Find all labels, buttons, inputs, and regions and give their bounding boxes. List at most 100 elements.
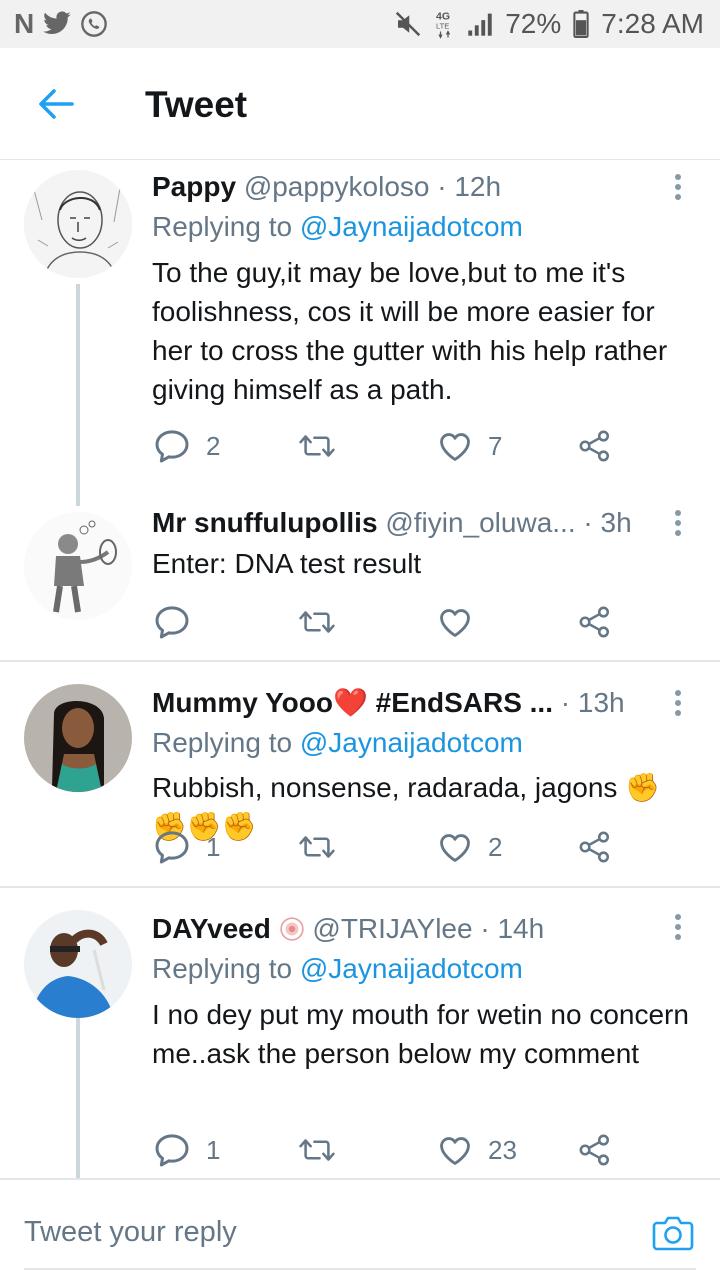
avatar[interactable] bbox=[24, 512, 132, 620]
tweet-mr-snuffulupollis[interactable]: Mr snuffulupollis @fiyin_oluwa... · 3h E… bbox=[0, 492, 720, 660]
cartoon-figure-image bbox=[24, 512, 132, 620]
display-name[interactable]: Pappy bbox=[152, 171, 236, 202]
replying-to: Replying to @Jaynaijadotcom bbox=[152, 211, 523, 242]
reply-button[interactable]: 2 bbox=[152, 426, 220, 466]
tweet-pappy[interactable]: Pappy @pappykoloso · 12h Replying to @Ja… bbox=[0, 160, 720, 506]
tweet-text: I no dey put my mouth for wetin no conce… bbox=[152, 999, 689, 1069]
reply-button[interactable] bbox=[152, 602, 206, 642]
avatar[interactable] bbox=[24, 910, 132, 1018]
share-icon bbox=[578, 605, 612, 639]
display-name[interactable]: DAYveed bbox=[152, 913, 271, 944]
timestamp: 12h bbox=[454, 171, 502, 202]
reply-input[interactable]: Tweet your reply bbox=[24, 1214, 237, 1250]
battery-percentage: 72% bbox=[505, 8, 562, 39]
mention-link[interactable]: @Jaynaijadotcom bbox=[300, 953, 523, 984]
reply-button[interactable]: 1 bbox=[152, 827, 220, 867]
n-app-icon: N bbox=[14, 8, 35, 39]
battery-icon bbox=[573, 10, 589, 38]
share-button[interactable] bbox=[578, 827, 612, 867]
retweet-button[interactable] bbox=[298, 602, 350, 642]
woman-photo-image bbox=[24, 684, 132, 792]
more-options-icon[interactable] bbox=[674, 510, 682, 538]
man-photo-image bbox=[24, 910, 132, 1018]
tweet-actions: 1 2 bbox=[152, 827, 622, 867]
tweet-mummy-yooo[interactable]: Mummy Yooo❤️ #EndSARS ... · 13h Replying… bbox=[0, 662, 720, 886]
user-handle[interactable]: @pappykoloso bbox=[244, 171, 430, 202]
like-count: 23 bbox=[488, 1134, 517, 1165]
network-4g-lte-icon: 4GLTE bbox=[436, 11, 451, 39]
app-header: Tweet bbox=[0, 48, 720, 160]
timestamp: 3h bbox=[600, 507, 632, 538]
system-status: 4G LTE 72% 7:28 AM bbox=[393, 6, 704, 42]
twitter-bird-icon bbox=[43, 11, 71, 35]
replying-to: Replying to @Jaynaijadotcom bbox=[152, 727, 523, 758]
more-options-icon[interactable] bbox=[674, 174, 682, 202]
status-bar: N 4G LTE 72% 7:28 AM bbox=[0, 0, 720, 48]
notification-icons: N bbox=[14, 8, 108, 40]
replying-to: Replying to @Jaynaijadotcom bbox=[152, 953, 523, 984]
more-options-icon[interactable] bbox=[674, 914, 682, 942]
mention-link[interactable]: @Jaynaijadotcom bbox=[300, 727, 523, 758]
share-icon bbox=[578, 429, 612, 463]
tweet-header: Mummy Yooo❤️ #EndSARS ... · 13h bbox=[152, 687, 625, 718]
avatar[interactable] bbox=[24, 170, 132, 278]
like-button[interactable] bbox=[436, 602, 488, 642]
reply-icon bbox=[152, 1130, 192, 1170]
tweet-actions bbox=[152, 602, 622, 642]
tweet-actions: 2 7 bbox=[152, 426, 622, 466]
signal-icon bbox=[468, 13, 492, 36]
badge-icon bbox=[279, 917, 304, 941]
heart-icon bbox=[436, 427, 474, 465]
thread-line bbox=[76, 1018, 80, 1178]
back-arrow-icon[interactable] bbox=[36, 86, 76, 122]
retweet-icon bbox=[298, 831, 336, 863]
like-count: 7 bbox=[488, 430, 503, 461]
display-name[interactable]: Mummy Yooo❤️ #EndSARS ... bbox=[152, 687, 553, 718]
like-button[interactable]: 2 bbox=[436, 827, 502, 867]
reply-icon bbox=[152, 426, 192, 466]
retweet-button[interactable] bbox=[298, 426, 350, 466]
mention-link[interactable]: @Jaynaijadotcom bbox=[300, 211, 523, 242]
reply-count: 2 bbox=[206, 430, 221, 461]
reply-count: 1 bbox=[206, 1134, 221, 1165]
share-icon bbox=[578, 1133, 612, 1167]
tweet-header: Mr snuffulupollis @fiyin_oluwa... · 3h bbox=[152, 507, 632, 538]
like-button[interactable]: 23 bbox=[436, 1130, 517, 1170]
clock: 7:28 AM bbox=[601, 8, 704, 39]
retweet-icon bbox=[298, 430, 336, 462]
heart-icon bbox=[436, 603, 474, 641]
share-button[interactable] bbox=[578, 1130, 612, 1170]
tweet-actions: 1 23 bbox=[152, 1130, 622, 1170]
whatsapp-icon bbox=[81, 11, 108, 37]
retweet-button[interactable] bbox=[298, 1130, 350, 1170]
reply-icon bbox=[152, 602, 192, 642]
avatar[interactable] bbox=[24, 684, 132, 792]
tweet-header: DAYveed @TRIJAYlee · 14h bbox=[152, 913, 545, 944]
share-icon bbox=[578, 830, 612, 864]
more-options-icon[interactable] bbox=[674, 690, 682, 718]
share-button[interactable] bbox=[578, 602, 612, 642]
reply-composer: Tweet your reply bbox=[0, 1178, 720, 1280]
share-button[interactable] bbox=[578, 426, 612, 466]
like-button[interactable]: 7 bbox=[436, 426, 502, 466]
mute-icon bbox=[396, 11, 421, 37]
tweet-text: Enter: DNA test result bbox=[152, 548, 422, 579]
retweet-icon bbox=[298, 1134, 336, 1166]
like-count: 2 bbox=[488, 831, 503, 862]
reply-icon bbox=[152, 827, 192, 867]
user-handle[interactable]: @fiyin_oluwa... bbox=[385, 507, 575, 538]
reply-count: 1 bbox=[206, 831, 221, 862]
heart-icon bbox=[436, 1131, 474, 1169]
tweet-header: Pappy @pappykoloso · 12h bbox=[152, 171, 502, 202]
retweet-button[interactable] bbox=[298, 827, 350, 867]
timestamp: 14h bbox=[497, 913, 545, 944]
tweet-dayveed[interactable]: DAYveed @TRIJAYlee · 14h Replying to @Ja… bbox=[0, 888, 720, 1178]
timestamp: 13h bbox=[577, 687, 625, 718]
page-title: Tweet bbox=[145, 84, 248, 125]
display-name[interactable]: Mr snuffulupollis bbox=[152, 507, 378, 538]
camera-icon[interactable] bbox=[652, 1214, 694, 1252]
reply-button[interactable]: 1 bbox=[152, 1130, 220, 1170]
user-handle[interactable]: @TRIJAYlee bbox=[312, 913, 472, 944]
sketch-portrait-image bbox=[24, 170, 132, 278]
tweet-text: To the guy,it may be love,but to me it's… bbox=[152, 257, 668, 405]
